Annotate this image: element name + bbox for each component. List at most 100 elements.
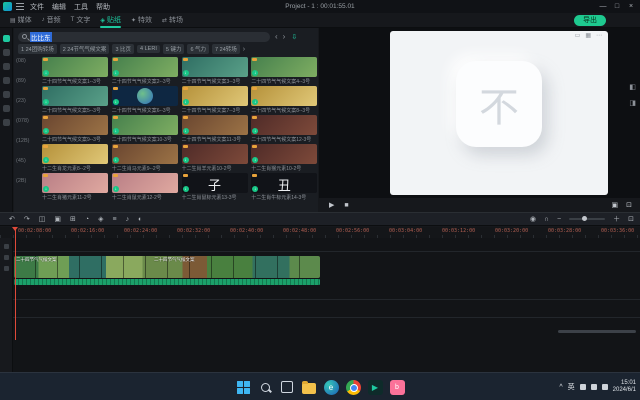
audio-icon[interactable]: ♪	[126, 216, 130, 223]
page-next-button[interactable]: ›	[283, 32, 286, 41]
ime-indicator[interactable]: 英	[568, 382, 575, 392]
panel-expand-icon[interactable]: ◨	[629, 99, 636, 107]
task-view-button[interactable]	[280, 380, 295, 395]
media-item[interactable]: ↓ 十二生肖羊元素10-2号	[181, 144, 249, 173]
category-icon-4[interactable]	[2, 77, 10, 84]
media-item[interactable]: ↓ 二十四节气气候文案11-3号	[181, 115, 249, 144]
properties-icon[interactable]: ≡	[113, 216, 117, 223]
download-icon[interactable]: ↓	[182, 99, 189, 105]
panel-collapse-icon[interactable]: ◧	[629, 83, 636, 91]
media-thumbnail[interactable]: ↓	[251, 86, 318, 106]
page-prev-button[interactable]: ‹	[275, 32, 278, 41]
media-thumbnail[interactable]: ↓	[42, 115, 108, 135]
search-input[interactable]: 比比东	[18, 31, 270, 42]
download-icon[interactable]: ↓	[252, 157, 259, 163]
zoom-in-icon[interactable]: ＋	[613, 214, 620, 224]
record-icon[interactable]: ◉	[530, 215, 536, 223]
more-icon[interactable]: ⋯	[596, 32, 602, 39]
chip[interactable]: 3 比页	[112, 44, 135, 54]
close-button[interactable]: ×	[624, 3, 638, 10]
media-item[interactable]: ↓ 二十四节气气候文案9--3号	[42, 115, 109, 144]
media-thumbnail[interactable]: ↓	[251, 57, 318, 77]
menu-edit[interactable]: 编辑	[52, 2, 66, 12]
media-item[interactable]: ↓ 二十四节气气候文案4--3号	[251, 57, 318, 86]
play-button[interactable]: ▶	[329, 201, 334, 209]
zoom-slider[interactable]	[569, 216, 606, 221]
media-thumbnail[interactable]: ↓	[42, 57, 108, 77]
download-icon[interactable]: ↓	[112, 157, 119, 163]
media-item[interactable]: ↓ 二十四节气气候文案2--3号	[111, 57, 179, 86]
media-thumbnail[interactable]: ↓	[111, 115, 178, 135]
chrome-button[interactable]	[345, 379, 361, 395]
category-icon-6[interactable]	[2, 105, 10, 112]
redo-icon[interactable]: ↷	[24, 215, 30, 223]
category-icon-7[interactable]	[2, 119, 10, 126]
bilibili-button[interactable]: b	[389, 379, 405, 395]
track-mute-icon[interactable]	[3, 255, 9, 260]
video-clip[interactable]: 二十四节气气候文案 二十四节气气候文案	[14, 256, 320, 278]
download-icon[interactable]: ↓	[112, 128, 119, 134]
menu-tools[interactable]: 工具	[74, 2, 88, 12]
media-item[interactable]: ↓ 十二生肖猴元素10-2号	[251, 144, 318, 173]
keyframe-icon[interactable]: ◈	[98, 215, 103, 223]
track-lock-icon[interactable]	[3, 244, 9, 249]
batch-download-icon[interactable]: ⇩	[291, 33, 297, 41]
timeline-ruler[interactable]: 00:02:08:00 00:02:16:00 00:02:24:00 00:0…	[0, 227, 640, 238]
maximize-button[interactable]: □	[610, 3, 624, 10]
color-icon[interactable]: ◐	[138, 216, 142, 223]
export-button[interactable]: 导出	[574, 15, 606, 26]
download-icon[interactable]: ↓	[43, 99, 49, 105]
start-button[interactable]	[236, 380, 251, 395]
download-icon[interactable]: ↓	[182, 186, 189, 192]
zoom-slider-knob[interactable]	[582, 216, 588, 221]
media-item[interactable]: ↓ 二十四节气气候文案5--3号	[42, 86, 109, 115]
tab-transitions[interactable]: ⇄ 转场	[162, 13, 183, 28]
tab-audio[interactable]: ♪ 音频	[42, 13, 61, 28]
media-item[interactable]: ↓ 二十四节气气候文案6--3号	[111, 86, 179, 115]
chips-overflow-icon[interactable]: ›	[243, 46, 245, 53]
display-ratio-icon[interactable]: ▭	[575, 32, 581, 39]
track-hide-icon[interactable]	[3, 266, 9, 271]
media-thumbnail[interactable]: ↓	[111, 144, 178, 164]
media-item[interactable]: ↓ 十二生肖鼠元素12-2号	[111, 173, 179, 202]
media-item[interactable]: 丑 ↓ 十二生肖牛标元素14-3号	[251, 173, 318, 202]
media-item[interactable]: ↓ 十二生肖龙元素8--2号	[42, 144, 109, 173]
download-icon[interactable]: ↓	[252, 99, 259, 105]
media-thumbnail[interactable]: ↓	[111, 57, 178, 77]
download-icon[interactable]: ↓	[252, 70, 259, 76]
media-thumbnail[interactable]: ↓	[42, 144, 108, 164]
tab-media[interactable]: ▤ 媒体	[10, 13, 32, 28]
download-icon[interactable]: ↓	[182, 157, 189, 163]
media-thumbnail[interactable]: ↓	[181, 86, 248, 106]
media-thumbnail[interactable]: ↓	[181, 115, 248, 135]
fullscreen-icon[interactable]: ⊡	[626, 201, 632, 209]
undo-icon[interactable]: ↶	[9, 215, 15, 223]
download-icon[interactable]: ↓	[43, 128, 49, 134]
media-thumbnail[interactable]: 子 ↓	[181, 173, 248, 193]
battery-icon[interactable]	[601, 384, 608, 390]
category-icon-1[interactable]	[2, 35, 10, 42]
media-thumbnail[interactable]: ↓	[111, 173, 178, 193]
collection-item[interactable]: (89)	[16, 78, 42, 84]
download-icon[interactable]: ↓	[112, 99, 119, 105]
collection-item[interactable]: (23)	[16, 98, 42, 104]
chip[interactable]: 4 LERI	[137, 45, 160, 53]
timeline-tracks[interactable]: 二十四节气气候文案 二十四节气气候文案	[0, 238, 640, 372]
download-icon[interactable]: ↓	[43, 186, 49, 192]
menu-help[interactable]: 帮助	[96, 2, 110, 12]
media-thumbnail[interactable]: ↓	[251, 115, 318, 135]
media-item[interactable]: ↓ 二十四节气气候文案3--3号	[181, 57, 249, 86]
chip[interactable]: 1 24团购转场	[18, 44, 57, 54]
chip[interactable]: 2 24节气气候文案	[59, 44, 110, 54]
speed-icon[interactable]: ◔	[85, 216, 89, 223]
fit-timeline-icon[interactable]: ⊡	[628, 215, 634, 223]
tab-stickers[interactable]: ◈ 贴纸	[100, 13, 121, 28]
split-icon[interactable]: ◫	[39, 215, 46, 223]
snapshot-icon[interactable]: ▣	[612, 201, 619, 209]
search-value[interactable]: 比比东	[30, 31, 52, 42]
minimize-button[interactable]: —	[596, 3, 610, 10]
playhead[interactable]	[12, 227, 18, 340]
download-icon[interactable]: ↓	[182, 70, 189, 76]
stop-button[interactable]: ■	[344, 202, 348, 209]
filmora-taskbar-button[interactable]: ▶	[367, 379, 383, 395]
